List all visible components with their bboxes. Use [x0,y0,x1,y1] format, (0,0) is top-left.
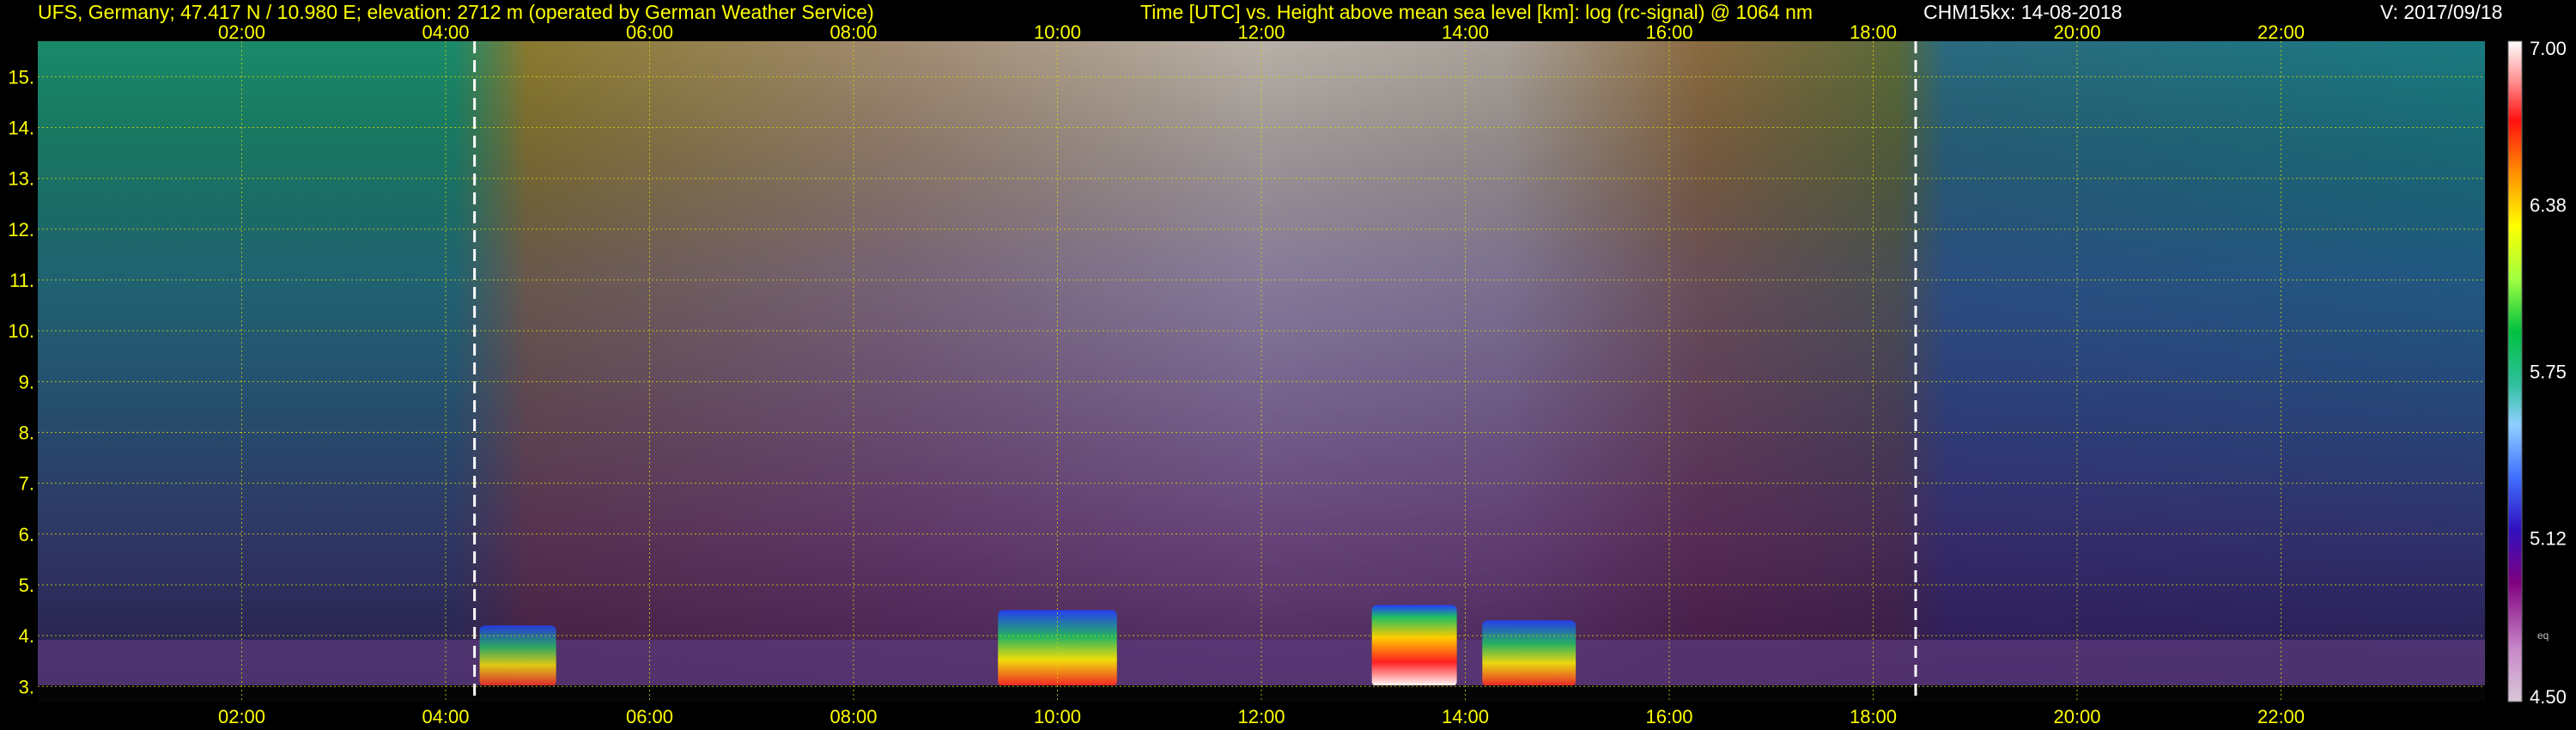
x-tick-label-top: 22:00 [2257,21,2305,43]
y-tick-labels: 3. 4. 5. 6. 7. 8. 9. 10. 11. 12. 13. 14. 15. [8,66,34,697]
y-tick-label: 6. [19,524,34,545]
x-tick-label-bottom: 08:00 [829,706,877,727]
x-tick-label-top: 02:00 [218,21,265,43]
y-tick-label: 15. [8,66,34,88]
x-tick-label-bottom: 14:00 [1442,706,1489,727]
colorbar [2507,40,2523,703]
x-tick-label-bottom: 02:00 [218,706,265,727]
ceilometer-figure: UFS, Germany; 47.417 N / 10.980 E; eleva… [0,0,2576,730]
y-tick-label: 9. [19,371,34,392]
y-tick-label: 5. [19,575,34,596]
x-tick-label-top: 20:00 [2053,21,2100,43]
cloud-feature [1482,620,1577,687]
x-tick-label-bottom: 18:00 [1850,706,1897,727]
x-tick-label-bottom: 22:00 [2257,706,2305,727]
y-tick-label: 7. [19,473,34,495]
y-tick-label: 3. [19,676,34,697]
colorbar-tick-label: 5.12 [2530,527,2567,549]
x-tick-label-top: 04:00 [422,21,469,43]
x-tick-labels-top: 02:00 04:00 06:00 08:00 10:00 12:00 14:00 16:00… [218,21,2305,43]
colorbar-tick-label: 6.38 [2530,195,2567,216]
x-tick-label-bottom: 04:00 [422,706,469,727]
x-tick-label-top: 14:00 [1442,21,1489,43]
x-tick-label-top: 16:00 [1645,21,1692,43]
y-tick-label: 12. [8,219,34,240]
y-tick-label: 13. [8,168,34,190]
x-tick-label-top: 08:00 [829,21,877,43]
ceilometer-heatmap: 3. 4. 5. 6. 7. 8. 9. 10. 11. 12. 13. 14. 15. 02:00 04… [8,21,2567,727]
x-tick-label-top: 18:00 [1850,21,1897,43]
x-tick-label-bottom: 10:00 [1034,706,1081,727]
y-tick-label: 4. [19,625,34,647]
y-tick-label: 8. [19,422,34,443]
colorbar-tick-label: 5.75 [2530,362,2567,383]
colorbar-tick-label: 7.00 [2530,38,2567,59]
x-tick-label-bottom: 16:00 [1645,706,1692,727]
x-tick-label-top: 10:00 [1034,21,1081,43]
x-tick-label-bottom: 20:00 [2053,706,2100,727]
y-tick-label: 11. [9,270,34,291]
colorbar-small-label: eq [2537,630,2549,642]
x-tick-label-bottom: 06:00 [626,706,673,727]
colorbar-tick-labels: 7.00 6.38 5.75 5.12 4.50 [2530,38,2567,708]
cloud-feature [1371,605,1457,687]
cloud-feature [479,625,556,687]
x-tick-label-top: 12:00 [1237,21,1285,43]
colorbar-tick-label: 4.50 [2530,686,2567,708]
y-tick-label: 14. [8,118,34,139]
x-tick-labels-bottom: 02:00 04:00 06:00 08:00 10:00 12:00 14:00 16:00… [218,706,2305,727]
y-tick-label: 10. [8,320,34,342]
x-tick-label-bottom: 12:00 [1237,706,1285,727]
x-tick-label-top: 06:00 [626,21,673,43]
